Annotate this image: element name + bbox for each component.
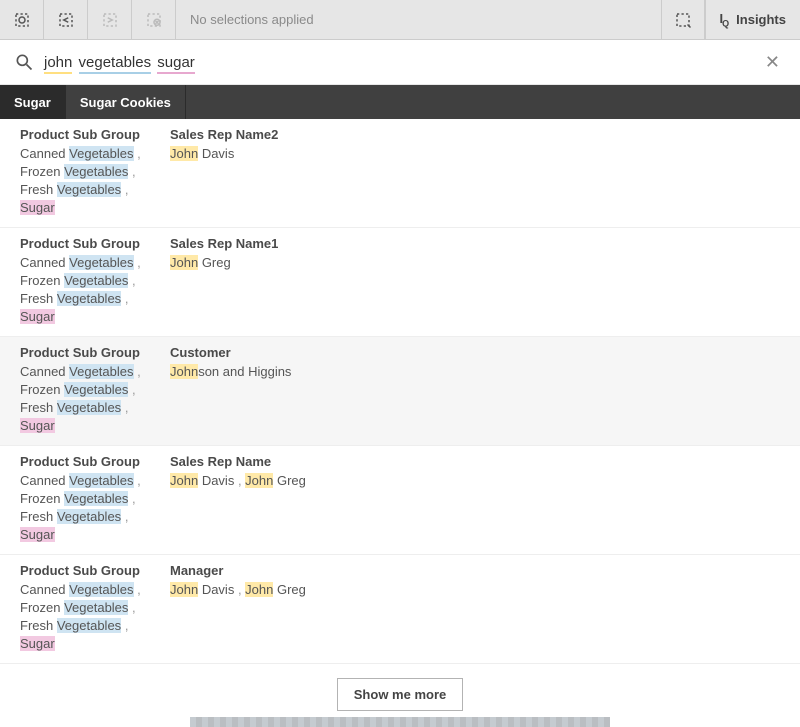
search-icon [14,52,34,72]
match-header: Sales Rep Name [170,454,780,469]
match-column: Sales Rep Name John Davis , John Greg [170,454,780,544]
psg-item: Sugar [20,526,170,544]
psg-column: Product Sub Group Canned Vegetables ,Froz… [20,454,170,544]
psg-header: Product Sub Group [20,454,170,469]
insights-button[interactable]: IQ Insights [705,0,800,39]
tab-strip: Sugar Sugar Cookies [0,85,800,119]
decorative-stripe [190,717,610,727]
tab-sugar[interactable]: Sugar [0,85,66,119]
psg-item: Canned Vegetables , [20,254,170,272]
psg-item: Fresh Vegetables , [20,290,170,308]
psg-item: Canned Vegetables , [20,363,170,381]
psg-item: Fresh Vegetables , [20,508,170,526]
clear-selections-button[interactable] [132,0,176,39]
psg-item: Sugar [20,417,170,435]
search-term-vegetables: vegetables [79,54,152,74]
psg-item: Canned Vegetables , [20,581,170,599]
search-input[interactable]: john vegetables sugar [44,54,759,71]
result-row[interactable]: Product Sub Group Canned Vegetables ,Froz… [0,337,800,446]
step-forward-button[interactable] [88,0,132,39]
match-value: John Davis [170,145,780,163]
search-row: john vegetables sugar ✕ [0,40,800,85]
psg-item: Frozen Vegetables , [20,490,170,508]
insights-label: Insights [736,12,786,27]
match-value: John Davis , John Greg [170,472,780,490]
show-more-button[interactable]: Show me more [337,678,463,711]
match-header: Sales Rep Name1 [170,236,780,251]
search-term-john: john [44,54,72,74]
step-back-button[interactable] [44,0,88,39]
psg-item: Fresh Vegetables , [20,181,170,199]
match-header: Customer [170,345,780,360]
match-column: Manager John Davis , John Greg [170,563,780,653]
result-row[interactable]: Product Sub Group Canned Vegetables ,Froz… [0,119,800,228]
match-header: Manager [170,563,780,578]
psg-item: Fresh Vegetables , [20,399,170,417]
smart-search-button[interactable] [661,0,705,39]
match-value: John Greg [170,254,780,272]
result-row[interactable]: Product Sub Group Canned Vegetables ,Froz… [0,446,800,555]
match-header: Sales Rep Name2 [170,127,780,142]
psg-item: Fresh Vegetables , [20,617,170,635]
psg-item: Canned Vegetables , [20,472,170,490]
no-selections-text: No selections applied [176,0,661,39]
psg-item: Canned Vegetables , [20,145,170,163]
psg-column: Product Sub Group Canned Vegetables ,Froz… [20,345,170,435]
match-column: Sales Rep Name2 John Davis [170,127,780,217]
psg-header: Product Sub Group [20,236,170,251]
top-toolbar: No selections applied IQ Insights [0,0,800,40]
psg-column: Product Sub Group Canned Vegetables ,Froz… [20,127,170,217]
result-row[interactable]: Product Sub Group Canned Vegetables ,Froz… [0,555,800,664]
psg-item: Sugar [20,199,170,217]
psg-header: Product Sub Group [20,345,170,360]
match-value: John Davis , John Greg [170,581,780,599]
search-term-sugar: sugar [157,54,195,74]
psg-item: Sugar [20,308,170,326]
match-column: Sales Rep Name1 John Greg [170,236,780,326]
results-footer: Show me more [0,664,800,717]
tab-sugar-cookies[interactable]: Sugar Cookies [66,85,186,119]
result-row[interactable]: Product Sub Group Canned Vegetables ,Froz… [0,228,800,337]
psg-header: Product Sub Group [20,563,170,578]
insights-icon: IQ [720,11,729,29]
psg-header: Product Sub Group [20,127,170,142]
psg-item: Frozen Vegetables , [20,163,170,181]
psg-item: Sugar [20,635,170,653]
clear-search-button[interactable]: ✕ [759,48,786,77]
psg-item: Frozen Vegetables , [20,599,170,617]
psg-item: Frozen Vegetables , [20,272,170,290]
match-column: Customer Johnson and Higgins [170,345,780,435]
psg-column: Product Sub Group Canned Vegetables ,Froz… [20,563,170,653]
match-value: Johnson and Higgins [170,363,780,381]
selections-tool-button[interactable] [0,0,44,39]
psg-item: Frozen Vegetables , [20,381,170,399]
psg-column: Product Sub Group Canned Vegetables ,Froz… [20,236,170,326]
results-list: Product Sub GroupCanned Vegetables ,Froz… [0,119,800,664]
